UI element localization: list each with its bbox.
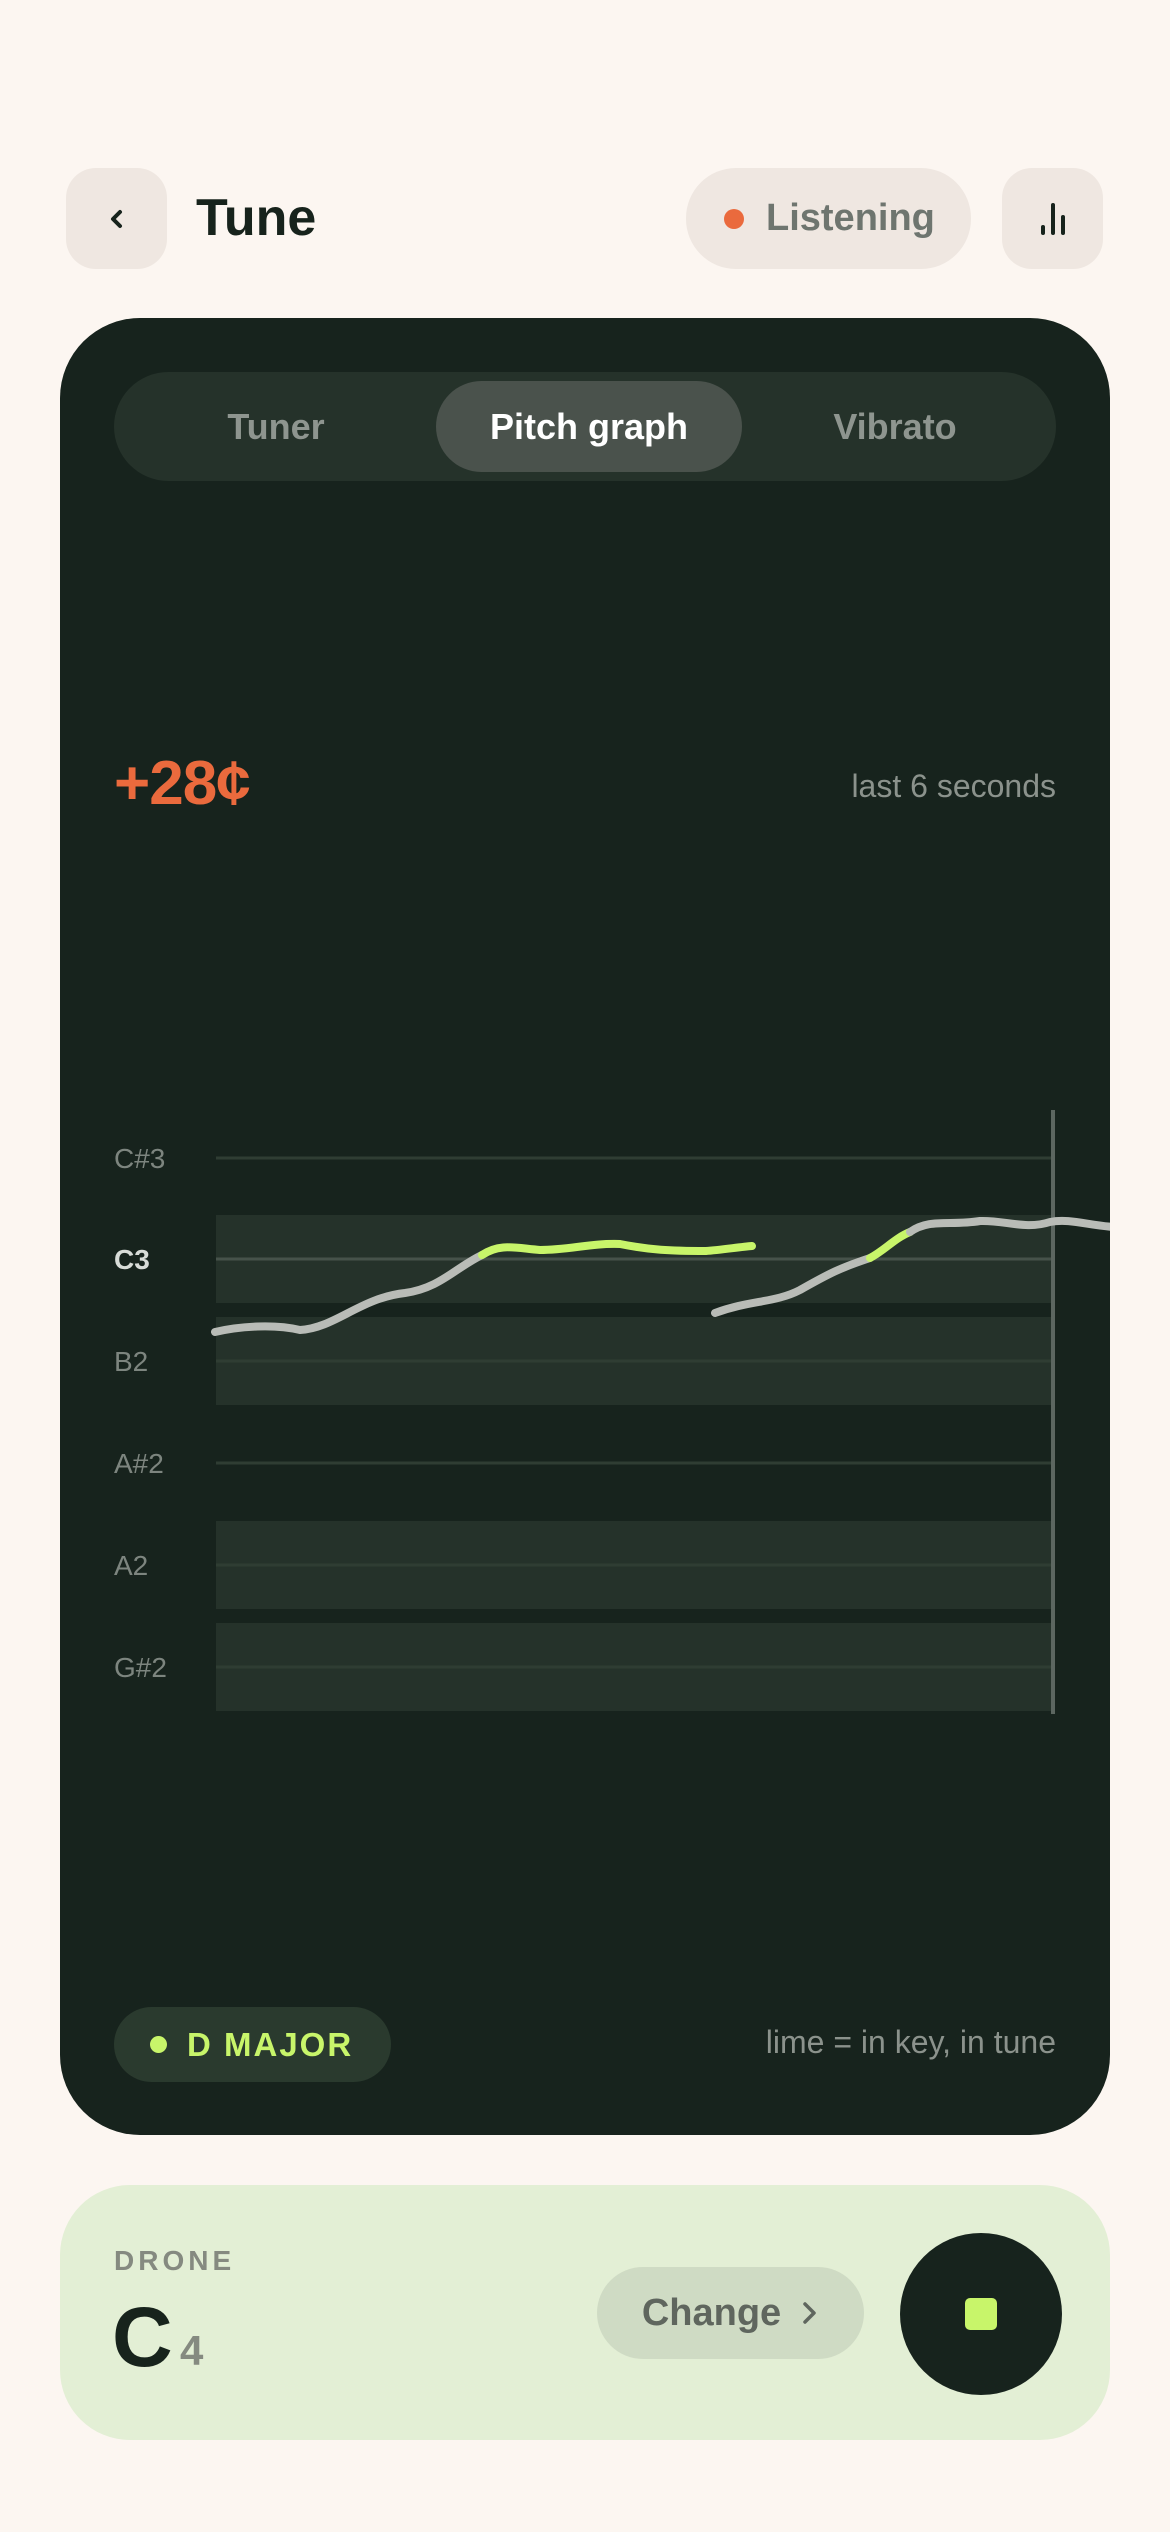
note-label-g#2: G#2 bbox=[114, 1652, 167, 1683]
back-button[interactable] bbox=[66, 168, 167, 269]
drone-octave: 4 bbox=[180, 2327, 204, 2374]
drone-note: C bbox=[112, 2290, 173, 2384]
chevron-left-icon bbox=[110, 209, 122, 228]
change-drone-button[interactable]: Change bbox=[597, 2267, 864, 2359]
note-label-c#3: C#3 bbox=[114, 1143, 165, 1174]
listening-status-pill[interactable]: Listening bbox=[686, 168, 971, 269]
key-selector[interactable]: D MAJOR bbox=[114, 2007, 391, 2082]
stop-drone-button[interactable] bbox=[900, 2233, 1062, 2395]
change-label: Change bbox=[641, 2291, 782, 2334]
note-label-c3: C3 bbox=[114, 1244, 150, 1275]
stop-icon bbox=[965, 2298, 997, 2330]
pitch-graph: C#3 C3 B2 A#2 A2 G#2 bbox=[114, 1110, 1110, 1714]
pitch-card: Tuner Pitch graph Vibrato +28¢ last 6 se… bbox=[60, 318, 1110, 2135]
key-label: D MAJOR bbox=[187, 2025, 354, 2063]
listening-label: Listening bbox=[766, 197, 935, 239]
note-label-b2: B2 bbox=[114, 1346, 148, 1377]
drone-caption: DRONE bbox=[114, 2245, 236, 2276]
recording-dot-icon bbox=[724, 208, 744, 229]
key-dot-icon bbox=[150, 2036, 167, 2053]
note-label-a2: A2 bbox=[114, 1550, 148, 1581]
drone-card: DRONE C 4 Change bbox=[60, 2185, 1110, 2440]
page-title: Tune bbox=[196, 189, 317, 247]
chevron-right-icon bbox=[803, 2302, 816, 2324]
stats-button[interactable] bbox=[1002, 168, 1103, 269]
bar-chart-icon bbox=[1040, 202, 1065, 235]
color-legend: lime = in key, in tune bbox=[765, 2024, 1056, 2060]
note-label-a#2: A#2 bbox=[114, 1448, 164, 1479]
